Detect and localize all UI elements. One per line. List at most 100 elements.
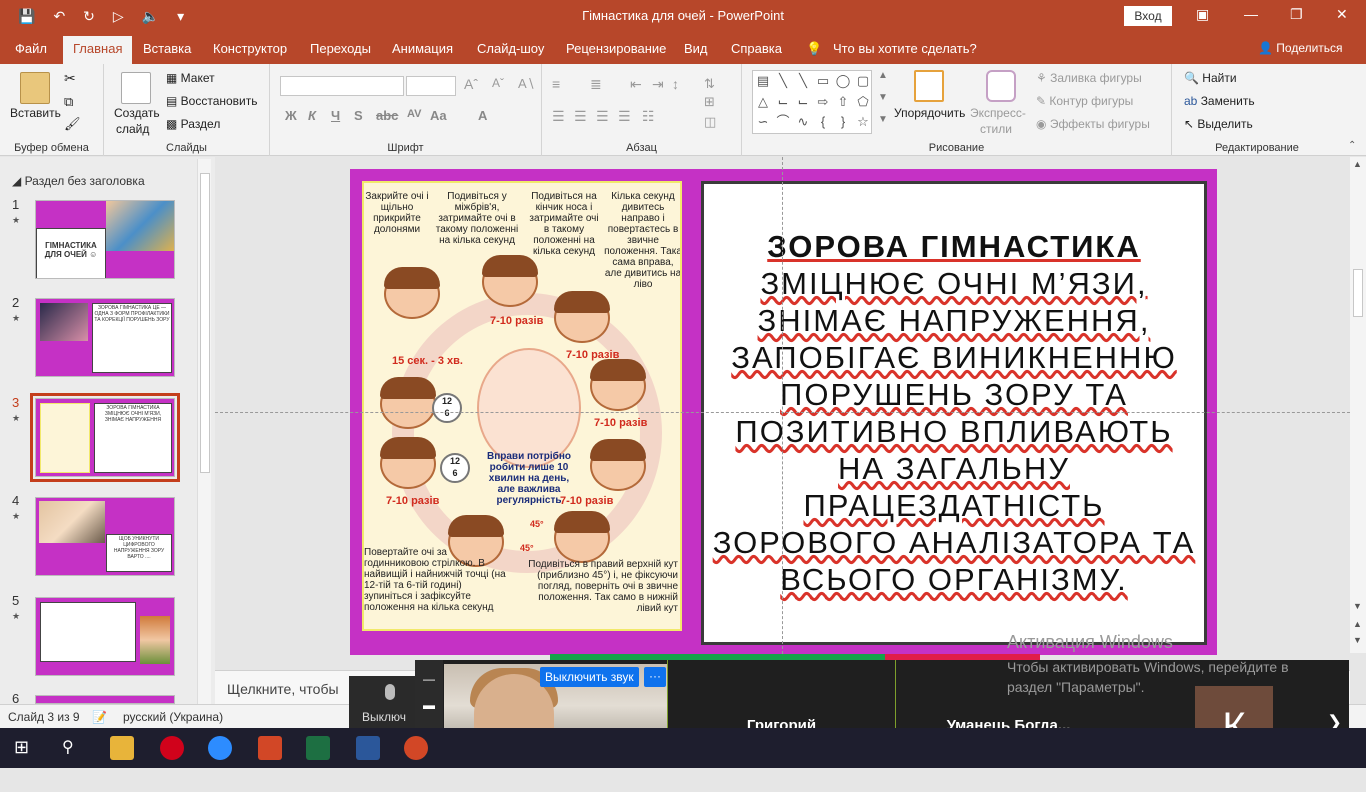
minimize-icon[interactable]: — [423, 672, 435, 686]
underline-icon[interactable]: Ч [331, 108, 340, 123]
brace-shape-icon[interactable]: { [813, 112, 833, 133]
shadow-icon[interactable]: S [354, 108, 363, 123]
section-button[interactable]: ▩ Раздел [166, 117, 220, 131]
align-left-icon[interactable]: ☰ [552, 108, 565, 125]
connector-shape-icon[interactable]: ⌙ [773, 92, 793, 113]
tab-transitions[interactable]: Переходы [310, 41, 371, 56]
slide-thumbnail-1[interactable]: ГІМНАСТИКА ДЛЯ ОЧЕЙ ☺ [35, 200, 175, 279]
font-name-combo[interactable] [280, 76, 404, 96]
editor-scrollbar[interactable]: ▲ ▼ ▲ ▼ [1350, 157, 1366, 653]
slide-thumbnail-6[interactable] [35, 695, 175, 704]
gallery-down-icon[interactable]: ▼ [878, 92, 888, 103]
pentagon-shape-icon[interactable]: ⬠ [853, 92, 873, 113]
clear-format-icon[interactable]: A∖ [518, 76, 535, 92]
line-spacing-icon[interactable]: ↕ [672, 76, 679, 92]
powerpoint-icon[interactable] [258, 736, 282, 760]
increase-indent-icon[interactable]: ⇥ [652, 76, 664, 93]
shape-outline-button[interactable]: ✎ Контур фигуры [1036, 94, 1133, 108]
copy-icon[interactable]: ⧉ [64, 94, 73, 110]
slide-thumbnail-4[interactable]: ЩОБ УНИКНУТИ ЦИФРОВОГО НАПРУЖЕННЯ ЗОРУ В… [35, 497, 175, 576]
zoom-mic-button[interactable]: Выключ [349, 676, 415, 728]
tab-review[interactable]: Рецензирование [566, 41, 666, 56]
slide-thumbnail-5[interactable] [35, 597, 175, 676]
tab-animations[interactable]: Анимация [392, 41, 453, 56]
case-icon[interactable]: Aa [430, 108, 447, 123]
justify-icon[interactable]: ☰ [618, 108, 631, 125]
bullets-icon[interactable]: ≡ [552, 76, 560, 92]
reset-button[interactable]: ▤ Восстановить [166, 94, 258, 108]
gallery-more-icon[interactable]: ▼ [878, 114, 888, 125]
scroll-thumb[interactable] [1353, 269, 1363, 317]
decrease-indent-icon[interactable]: ⇤ [630, 76, 642, 93]
tab-home[interactable]: Главная [63, 36, 133, 64]
notes-placeholder[interactable]: Щелкните, чтобы [227, 681, 339, 697]
paste-icon[interactable] [20, 72, 50, 104]
tab-file[interactable]: Файл [15, 41, 47, 56]
quick-styles-button-line2[interactable]: стили [980, 122, 1012, 136]
smartart-icon[interactable]: ◫ [704, 114, 716, 130]
scroll-up-icon[interactable]: ▲ [1353, 159, 1362, 169]
triangle-shape-icon[interactable]: △ [753, 92, 773, 113]
arrange-icon[interactable] [914, 70, 944, 102]
signin-button[interactable]: Вход [1124, 6, 1172, 26]
freeform-shape-icon[interactable]: ∿ [793, 112, 813, 133]
shrink-font-icon[interactable]: Aˇ [492, 76, 504, 90]
textbox-shape-icon[interactable]: ▤ [753, 71, 773, 92]
text-direction-icon[interactable]: ⇅ [704, 76, 715, 92]
zoom-app-icon[interactable] [208, 736, 232, 760]
more-options-button[interactable]: ··· [644, 667, 666, 687]
align-text-icon[interactable]: ⊞ [704, 94, 715, 110]
connector-shape-icon[interactable]: ⌙ [793, 92, 813, 113]
tell-me-search[interactable]: Что вы хотите сделать? [833, 41, 977, 56]
align-right-icon[interactable]: ☰ [596, 108, 609, 125]
mute-button[interactable]: Выключить звук [540, 667, 639, 687]
spacing-icon[interactable]: AV [407, 108, 421, 120]
gallery-up-icon[interactable]: ▲ [878, 70, 888, 81]
excel-icon[interactable] [306, 736, 330, 760]
windows-start-icon[interactable]: ⊞ [14, 737, 29, 758]
tab-view[interactable]: Вид [684, 41, 708, 56]
quick-styles-button[interactable]: Экспресс- [970, 106, 1026, 120]
cut-icon[interactable]: ✂ [64, 70, 76, 87]
strikethrough-icon[interactable]: abc [376, 108, 398, 123]
curve-shape-icon[interactable]: ∽ [753, 112, 773, 133]
eye-exercise-infographic[interactable]: Закрийте очі і щільно прикрийте долонями… [362, 181, 682, 631]
collapse-ribbon-icon[interactable]: ⌃ [1348, 140, 1356, 151]
opera-icon[interactable] [160, 736, 184, 760]
arrow-shape-icon[interactable]: ⇨ [813, 92, 833, 113]
minimize-icon[interactable]: — [1244, 6, 1258, 22]
numbering-icon[interactable]: ≣ [590, 76, 602, 93]
oval-shape-icon[interactable]: ◯ [833, 71, 853, 92]
arrow-up-shape-icon[interactable]: ⇧ [833, 92, 853, 113]
layout-button[interactable]: ▦ Макет [166, 71, 215, 85]
tab-insert[interactable]: Вставка [143, 41, 191, 56]
share-button[interactable]: 👤 Поделиться [1258, 41, 1343, 55]
quick-styles-icon[interactable] [986, 70, 1016, 102]
select-button[interactable]: ↖ Выделить [1184, 117, 1253, 131]
gallery-view-icon[interactable]: ▬ [423, 698, 435, 712]
line-shape-icon[interactable]: ╲ [773, 71, 793, 92]
scroll-thumb[interactable] [200, 173, 210, 473]
arrange-button[interactable]: Упорядочить [894, 106, 965, 120]
search-icon[interactable]: ⚲ [62, 737, 74, 757]
next-slide-icon[interactable]: ▼ [1353, 635, 1362, 645]
spellcheck-icon[interactable]: 📝 [92, 710, 107, 724]
maximize-icon[interactable]: ❐ [1290, 6, 1303, 23]
language-status[interactable]: русский (Украина) [123, 710, 223, 724]
grow-font-icon[interactable]: Aˆ [464, 76, 478, 92]
ribbon-display-icon[interactable]: ▣ [1196, 6, 1209, 23]
file-explorer-icon[interactable] [110, 736, 134, 760]
find-button[interactable]: 🔍 Найти [1184, 71, 1237, 85]
new-slide-button[interactable]: Создать [114, 106, 160, 120]
line-shape-icon[interactable]: ╲ [793, 71, 813, 92]
brace-shape-icon[interactable]: } [833, 112, 853, 133]
previous-slide-icon[interactable]: ▲ [1353, 619, 1362, 629]
section-header[interactable]: ◢ Раздел без заголовка [12, 174, 145, 188]
shape-effects-button[interactable]: ◉ Эффекты фигуры [1036, 117, 1150, 131]
rounded-rect-shape-icon[interactable]: ▢ [853, 71, 873, 92]
slide-thumbnail-2[interactable]: ЗОРОВА ГІМНАСТИКА ЦЕ — ОДНА З ФОРМ ПРОФІ… [35, 298, 175, 377]
thumbnails-scrollbar[interactable] [197, 159, 211, 704]
star-shape-icon[interactable]: ☆ [853, 112, 873, 133]
rectangle-shape-icon[interactable]: ▭ [813, 71, 833, 92]
paste-button[interactable]: Вставить [10, 106, 61, 120]
